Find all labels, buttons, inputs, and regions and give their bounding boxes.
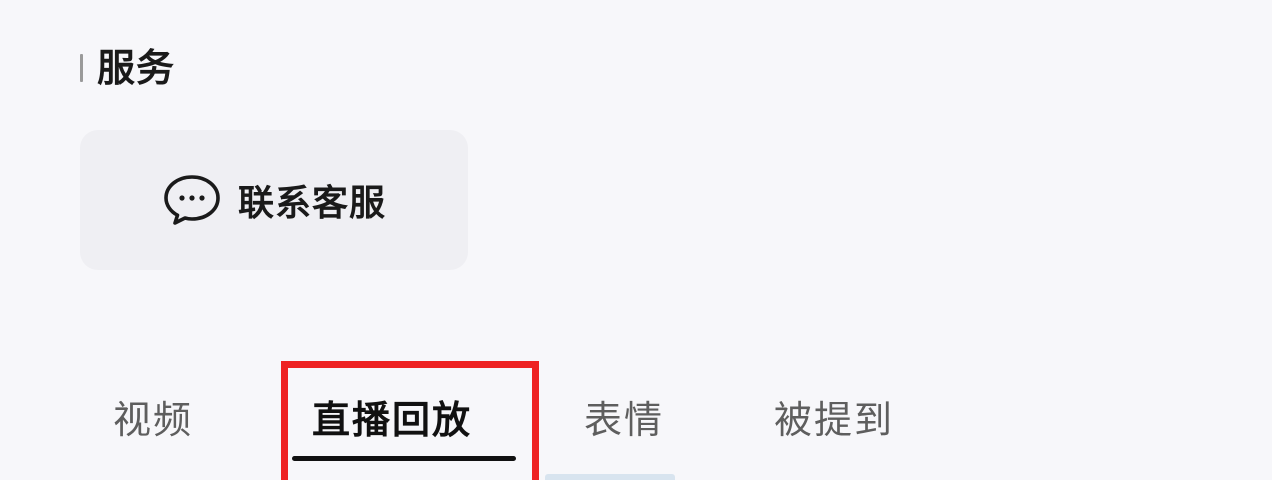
tab-mentioned[interactable]: 被提到 xyxy=(774,386,894,446)
content-tabs: 视频 直播回放 表情 被提到 xyxy=(0,372,1272,480)
tab-live-replay[interactable]: 直播回放 xyxy=(312,386,472,446)
contact-support-button[interactable]: 联系客服 xyxy=(80,130,468,270)
page: 服务 联系客服 视频 直播回放 表情 被提到 xyxy=(0,0,1272,480)
section-title: 服务 xyxy=(97,46,176,90)
section-header: 服务 xyxy=(80,44,175,92)
contact-support-content: 联系客服 xyxy=(162,172,386,228)
content-edge-hint xyxy=(545,474,675,480)
tab-video[interactable]: 视频 xyxy=(113,386,193,446)
contact-support-label: 联系客服 xyxy=(237,183,386,224)
chat-bubble-icon xyxy=(162,172,222,228)
section-accent-bar xyxy=(80,54,83,82)
active-tab-underline xyxy=(292,456,516,461)
tab-emoji[interactable]: 表情 xyxy=(584,386,664,446)
